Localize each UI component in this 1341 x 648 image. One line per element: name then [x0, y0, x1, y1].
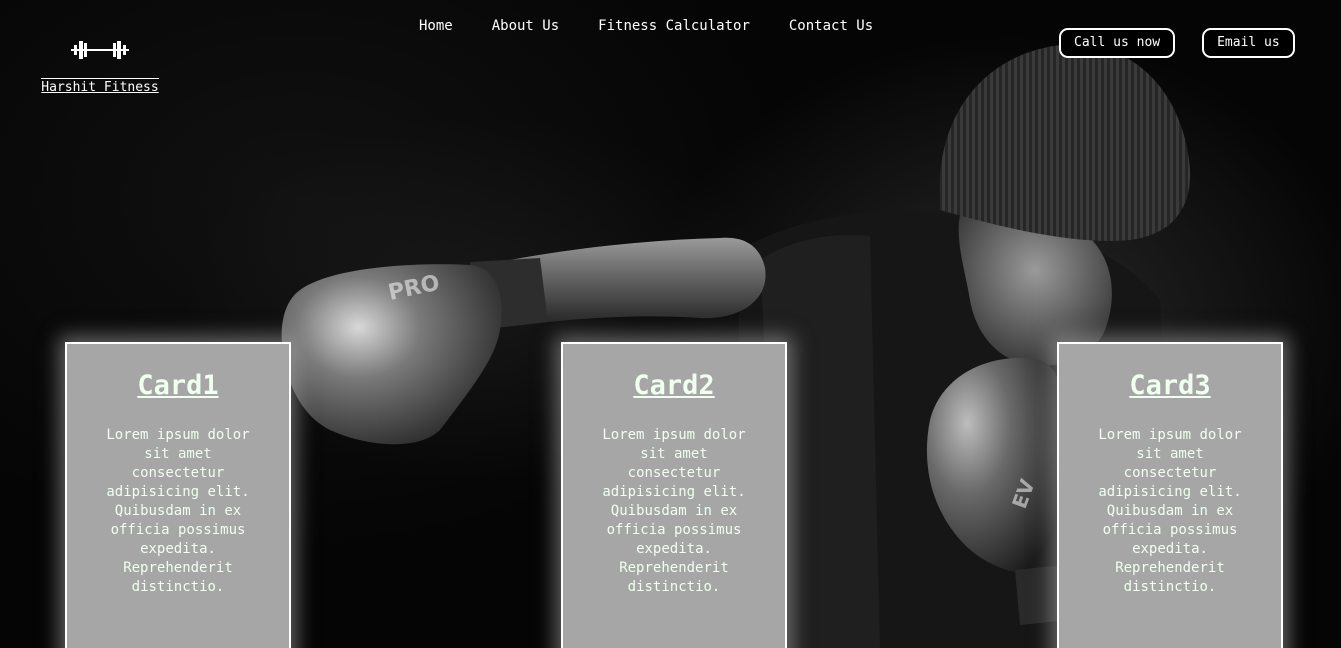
brand-name[interactable]: Harshit Fitness [41, 78, 159, 96]
call-us-button[interactable]: Call us now [1059, 28, 1176, 58]
card-text: Lorem ipsum dolor sit amet consectetur a… [106, 427, 250, 595]
main-navigation: Home About Us Fitness Calculator Contact… [419, 17, 912, 35]
card-text: Lorem ipsum dolor sit amet consectetur a… [1098, 427, 1242, 595]
nav-item-home[interactable]: Home [419, 17, 453, 35]
card-title: Card2 [633, 370, 715, 401]
card-title: Card1 [137, 370, 219, 401]
nav-item-fitness-calculator[interactable]: Fitness Calculator [598, 17, 750, 35]
landing-page: PRO EV Harshit Fitness Home About Us Fit… [0, 0, 1341, 648]
nav-item-contact-us[interactable]: Contact Us [789, 17, 873, 35]
dumbbell-icon [71, 41, 129, 59]
card-1: Card1 Lorem ipsum dolor sit amet consect… [65, 342, 291, 648]
card-text: Lorem ipsum dolor sit amet consectetur a… [602, 427, 746, 595]
brand-logo[interactable]: Harshit Fitness [38, 38, 162, 96]
card-title: Card3 [1129, 370, 1211, 401]
card-2: Card2 Lorem ipsum dolor sit amet consect… [561, 342, 787, 648]
card-3: Card3 Lorem ipsum dolor sit amet consect… [1057, 342, 1283, 648]
nav-item-about-us[interactable]: About Us [492, 17, 559, 35]
header-actions: Call us now Email us [1059, 28, 1295, 58]
email-us-button[interactable]: Email us [1202, 28, 1295, 58]
